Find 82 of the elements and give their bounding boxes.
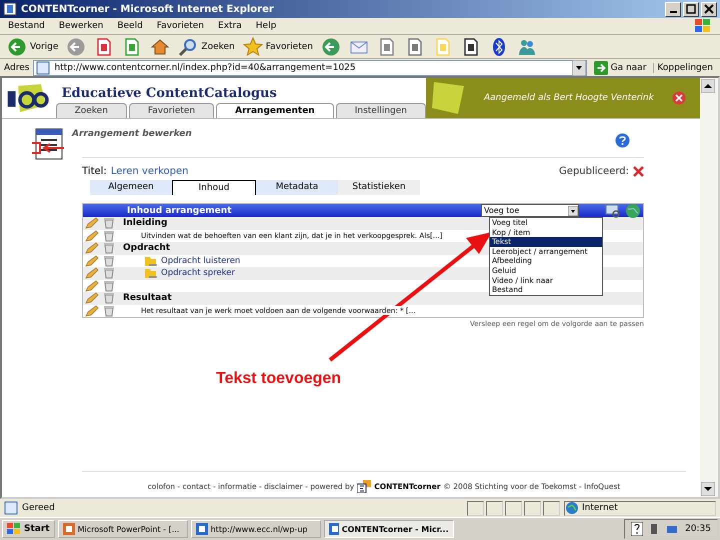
site-tab[interactable]: Favorieten [128,103,214,118]
scroll-up-icon[interactable] [701,79,715,93]
minimize-icon [670,11,676,13]
sub-tab[interactable]: Algemeen [90,180,172,195]
menu-item[interactable]: Extra [218,21,242,31]
status-text: Gereed [22,503,56,513]
assignment-link[interactable]: Opdracht luisteren [161,256,240,266]
trash-icon[interactable] [103,230,115,242]
sub-tab[interactable]: Inhoud [172,180,256,195]
section-heading: Opdracht [123,243,170,254]
user-name: Aangemeld als Bert Hoogte Venterink [484,93,655,103]
assignment-link[interactable]: Opdracht spreker [161,268,235,278]
go-button[interactable]: Ga naar [590,60,650,74]
trash-icon[interactable] [103,254,115,267]
search-icon [178,36,198,56]
site-title: Educatieve ContentCatalogus [60,86,278,101]
menu-item[interactable]: Bestand [8,21,45,31]
title-link[interactable]: Leren verkopen [110,166,556,177]
trash-icon[interactable] [103,267,115,280]
site-tab[interactable]: Arrangementen [216,103,334,118]
page-icon [36,60,50,74]
clock: 20:35 [685,524,711,534]
taskbar-button[interactable]: CONTENTcorner - Micr... [324,520,454,538]
folder-icon [145,254,157,267]
toolbar-button[interactable]: Favorieten [240,36,316,58]
address-field[interactable]: http://www.contentcorner.nl/index.php?id=40&arrangement=1025 [33,60,587,76]
dropdown-arrow-icon [572,60,586,76]
cross-icon [633,166,644,177]
trash-icon[interactable] [103,242,115,254]
page-icon [4,501,18,515]
help-icon[interactable] [631,522,644,536]
address-label: Adres [4,62,30,72]
window-title: CONTENTcorner - Microsoft Internet Explorer [21,4,275,14]
close-icon [704,4,714,14]
preview-icon[interactable] [605,202,621,218]
dropdown-arrow-icon [568,206,578,216]
menu-item[interactable]: Help [256,21,276,31]
menu-item[interactable]: Beeld [117,21,143,31]
browser-icon [3,2,17,16]
app-icon [196,523,208,535]
toolbar-button[interactable]: Vorige [4,36,62,58]
contentcorner-logo-icon [357,480,372,493]
site-tab[interactable]: Zoeken [56,103,127,118]
toolbar-button[interactable]: Zoeken [175,36,238,58]
globe-icon [565,501,579,515]
menu-item[interactable]: Favorieten [156,21,204,31]
annotation-text: Tekst toevoegen [216,370,342,388]
links-button[interactable]: Koppelingen [653,62,716,72]
minimize-button[interactable] [665,2,681,16]
globe-icon[interactable] [625,202,641,218]
section-heading: Inleiding [123,218,168,228]
taskbar-button[interactable]: http://www.ecc.nl/wp-up [190,520,321,538]
home-icon [150,36,170,56]
tray-icon[interactable] [649,522,660,536]
app-icon [62,523,75,535]
sub-tab[interactable]: Statistieken [338,180,420,195]
menu-item[interactable]: Bewerken [58,21,104,31]
trash-icon[interactable] [103,280,115,292]
star-icon [242,36,263,56]
windows-logo-icon [7,523,21,535]
logout-icon[interactable] [672,91,686,105]
windows-logo-icon [694,18,712,34]
trash-icon[interactable] [103,292,115,304]
security-zone: Internet [582,503,618,513]
add-select[interactable]: Voeg toe [481,204,579,217]
section-heading: Resultaat [123,293,172,304]
taskbar-button[interactable]: Microsoft PowerPoint - [... [58,520,188,538]
maximize-icon [686,4,696,14]
site-tab[interactable]: Instellingen [336,103,426,118]
trash-icon[interactable] [103,304,115,317]
folder-icon [145,267,157,280]
publish-status: Gepubliceerd: [559,166,629,177]
close-button[interactable] [701,2,717,16]
page-heading: Arrangement bewerken [72,129,193,139]
trash-icon[interactable] [103,217,115,230]
table-title: Inhoud arrangement [127,206,232,216]
title-label: Titel: [82,166,107,177]
app-icon [328,523,339,535]
scroll-down-icon[interactable] [701,482,715,496]
sub-tab[interactable]: Metadata [256,180,338,195]
maximize-button[interactable] [683,2,699,16]
start-button[interactable]: Start [2,520,55,538]
